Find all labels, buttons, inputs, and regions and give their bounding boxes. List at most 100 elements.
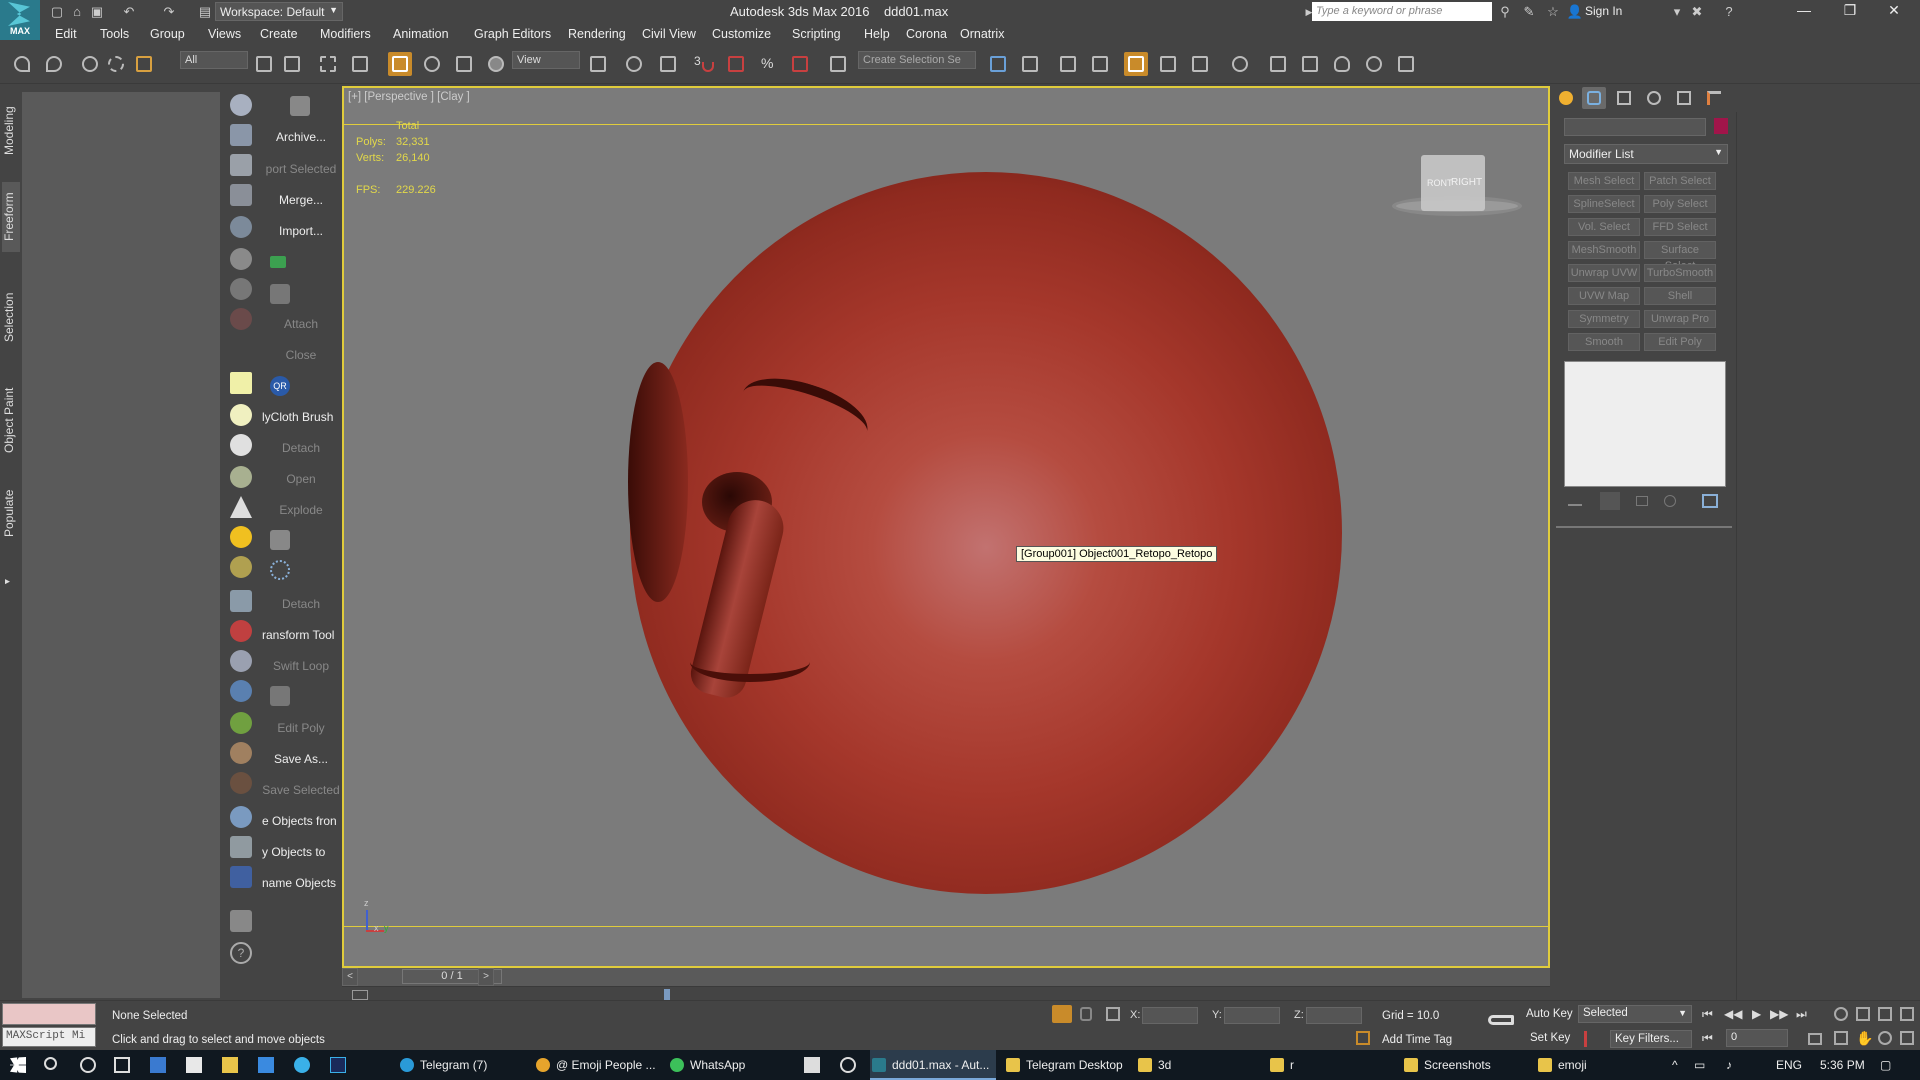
help-icon[interactable]: ? bbox=[1720, 3, 1738, 21]
task-view-icon[interactable] bbox=[114, 1057, 130, 1073]
bind-space-warp-button[interactable] bbox=[132, 52, 156, 76]
viewport-label[interactable]: [+] [Perspective ] [Clay ] bbox=[348, 91, 470, 103]
goto-start-icon[interactable]: ⏮ bbox=[1702, 1007, 1713, 1022]
isolate-selection-icon[interactable] bbox=[1052, 1005, 1072, 1023]
restore-icon[interactable]: ❐ bbox=[1830, 2, 1870, 19]
network-icon[interactable]: ▭ bbox=[1694, 1050, 1705, 1080]
user-icon[interactable]: 👤 bbox=[1566, 3, 1584, 21]
time-config-icon[interactable] bbox=[1808, 1033, 1822, 1045]
pinned-clock-icon[interactable] bbox=[840, 1057, 856, 1073]
spinner-snap-toggle[interactable] bbox=[788, 52, 812, 76]
unwrap-pro-button[interactable]: Unwrap Pro bbox=[1644, 310, 1716, 328]
field-of-view-icon[interactable] bbox=[1834, 1031, 1848, 1045]
tab-selection[interactable]: Selection bbox=[2, 282, 20, 352]
taskbar-telegram-desktop[interactable]: Telegram Desktop bbox=[1004, 1050, 1132, 1080]
select-and-rotate-button[interactable] bbox=[420, 52, 444, 76]
key-filters-button[interactable]: Key Filters... bbox=[1610, 1030, 1692, 1048]
object-color-swatch[interactable] bbox=[1714, 118, 1728, 134]
open-button[interactable]: Open bbox=[262, 472, 340, 486]
keyboard-shortcut-toggle[interactable] bbox=[656, 52, 680, 76]
communication-center-icon[interactable]: ✎ bbox=[1520, 3, 1538, 21]
particles-icon[interactable] bbox=[270, 560, 290, 580]
render-setup-button[interactable] bbox=[1266, 52, 1290, 76]
language-indicator[interactable]: ENG bbox=[1776, 1050, 1802, 1080]
brush-icon[interactable] bbox=[230, 742, 252, 764]
taskbar-telegram[interactable]: Telegram (7) bbox=[398, 1050, 524, 1080]
edit-poly-modifier-button[interactable]: Edit Poly bbox=[1644, 333, 1716, 351]
reference-coordinate-dropdown[interactable]: View bbox=[512, 51, 580, 69]
prev-frame-icon[interactable]: ◀◀ bbox=[1724, 1007, 1742, 1021]
angle-snap-toggle[interactable] bbox=[724, 52, 748, 76]
light-icon[interactable] bbox=[230, 216, 252, 238]
play-icon[interactable]: ▶ bbox=[1752, 1007, 1761, 1021]
pinned-app-icon[interactable] bbox=[804, 1057, 820, 1073]
copy-objects-to-button[interactable]: y Objects to bbox=[262, 845, 340, 859]
skype-icon[interactable] bbox=[294, 1057, 310, 1073]
save-file-icon[interactable]: ▣ bbox=[88, 3, 106, 21]
render-iterative-button[interactable] bbox=[1362, 52, 1386, 76]
volume-icon[interactable]: ♪ bbox=[1726, 1050, 1732, 1080]
menu-help[interactable]: Help bbox=[864, 27, 890, 41]
globe-icon[interactable] bbox=[230, 680, 252, 702]
time-tag-icon[interactable] bbox=[1356, 1031, 1370, 1045]
exchange-apps-icon[interactable]: ✖ bbox=[1688, 3, 1706, 21]
redo-icon[interactable]: ↷ bbox=[160, 3, 178, 21]
absolute-mode-icon[interactable] bbox=[1106, 1007, 1120, 1021]
menu-graph-editors[interactable]: Graph Editors bbox=[474, 27, 551, 41]
unwrap-uvw-button[interactable]: Unwrap UVW bbox=[1568, 264, 1640, 282]
notifications-icon[interactable]: ▢ bbox=[1880, 1050, 1891, 1080]
explode-button[interactable]: Explode bbox=[262, 503, 340, 517]
select-and-scale-button[interactable] bbox=[452, 52, 476, 76]
window-crossing-button[interactable] bbox=[348, 52, 372, 76]
menu-create[interactable]: Create bbox=[260, 27, 298, 41]
plane-icon[interactable] bbox=[230, 372, 252, 394]
mountain-icon[interactable] bbox=[230, 650, 252, 672]
turbosmooth-button[interactable]: TurboSmooth bbox=[1644, 264, 1716, 282]
set-key-button[interactable]: Set Key bbox=[1526, 1030, 1574, 1048]
configure-modifier-sets-icon[interactable] bbox=[1702, 494, 1718, 508]
edit-poly-button[interactable]: Edit Poly bbox=[262, 721, 340, 735]
menu-civil-view[interactable]: Civil View bbox=[642, 27, 696, 41]
swift-loop-button[interactable]: Swift Loop bbox=[262, 659, 340, 673]
material-editor-button[interactable] bbox=[1228, 52, 1252, 76]
uvw-map-button[interactable]: UVW Map bbox=[1568, 287, 1640, 305]
desktop-icon[interactable] bbox=[258, 1057, 274, 1073]
clock[interactable]: 5:36 PM bbox=[1820, 1050, 1865, 1080]
layer-explorer-button[interactable] bbox=[1088, 52, 1112, 76]
teapot-render-icon[interactable] bbox=[230, 278, 252, 300]
properties-icon[interactable] bbox=[230, 910, 252, 932]
merge-button[interactable]: Merge... bbox=[262, 193, 340, 207]
rendered-frame-window-button[interactable] bbox=[1298, 52, 1322, 76]
time-slider[interactable]: < 0 / 1 > bbox=[342, 968, 1550, 986]
unlink-button[interactable] bbox=[104, 52, 128, 76]
key-mode-dropdown[interactable]: Selected ▼ bbox=[1578, 1005, 1692, 1023]
menu-group[interactable]: Group bbox=[150, 27, 185, 41]
store-icon[interactable] bbox=[186, 1057, 202, 1073]
select-object-button[interactable] bbox=[252, 52, 276, 76]
scene-explorer-button[interactable] bbox=[1056, 52, 1080, 76]
zoom-all-icon[interactable] bbox=[1856, 1007, 1870, 1021]
workspace-dropdown[interactable]: Workspace: Default ▼ bbox=[215, 2, 343, 21]
grass-icon[interactable] bbox=[230, 712, 252, 734]
menu-customize[interactable]: Customize bbox=[712, 27, 771, 41]
select-and-link-button[interactable] bbox=[78, 52, 102, 76]
orbit-icon[interactable] bbox=[1878, 1031, 1892, 1045]
qr-icon[interactable]: QR bbox=[270, 376, 290, 396]
ribbon-options-icon[interactable]: ◂ bbox=[2, 572, 20, 592]
tray-expand-icon[interactable]: ^ bbox=[1672, 1050, 1678, 1080]
grid-icon[interactable] bbox=[230, 590, 252, 612]
archive-button[interactable]: Archive... bbox=[262, 130, 340, 144]
sign-in-button[interactable]: Sign In bbox=[1585, 4, 1622, 18]
undo-button[interactable] bbox=[10, 52, 34, 76]
close-icon[interactable]: ✕ bbox=[1874, 2, 1914, 19]
current-frame-field[interactable]: 0 bbox=[1726, 1029, 1788, 1047]
tab-modeling[interactable]: Modeling bbox=[2, 96, 20, 166]
binoculars-icon[interactable]: ⚲ bbox=[1496, 3, 1514, 21]
pivot-center-button[interactable] bbox=[586, 52, 610, 76]
windows-start-icon[interactable] bbox=[10, 1057, 26, 1073]
zoom-extents-all-icon[interactable] bbox=[1900, 1007, 1914, 1021]
tab-display[interactable] bbox=[1672, 87, 1696, 109]
place-button[interactable] bbox=[484, 52, 508, 76]
object-name-field[interactable] bbox=[1564, 118, 1706, 136]
schematic-view-button[interactable] bbox=[1188, 52, 1212, 76]
